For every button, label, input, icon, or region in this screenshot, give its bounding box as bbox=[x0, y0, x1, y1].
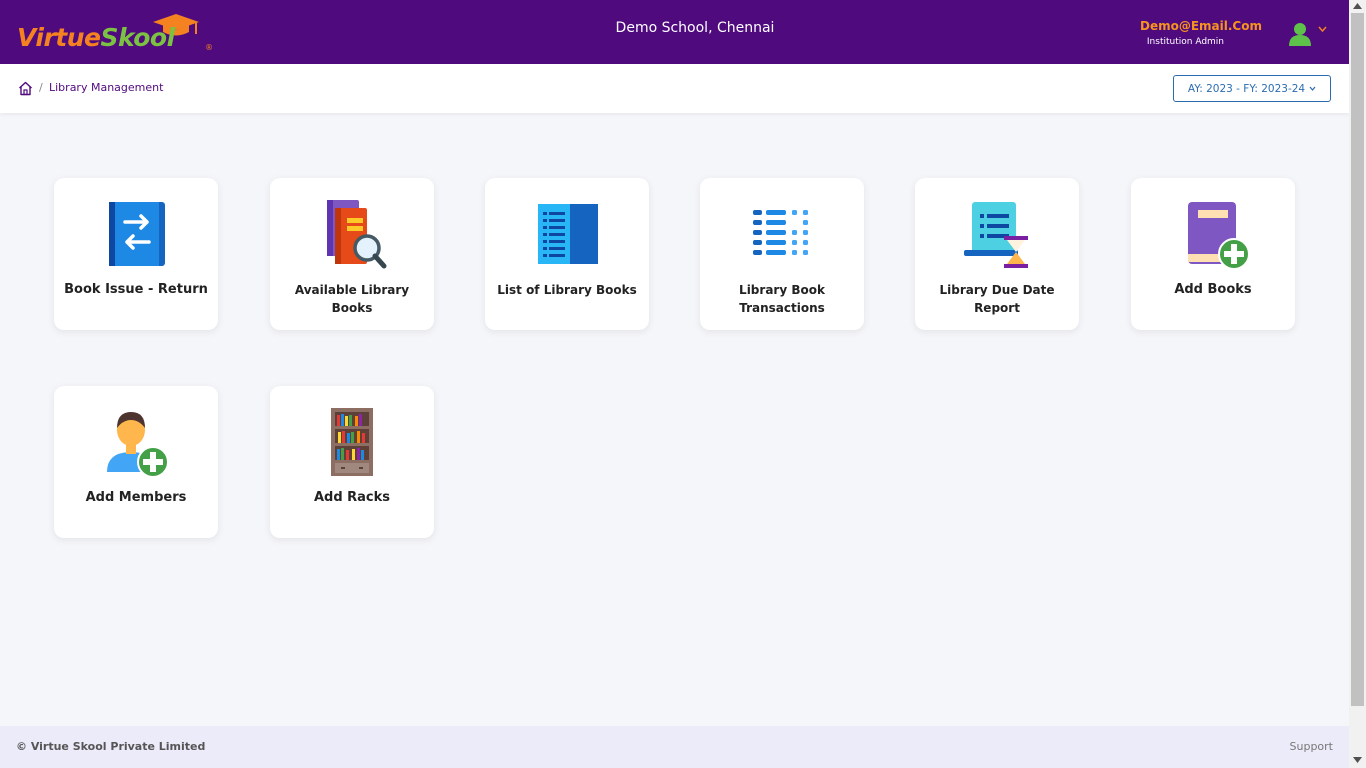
book-list-icon bbox=[538, 204, 598, 264]
scroll-down-arrow-icon[interactable] bbox=[1353, 757, 1362, 763]
tile-label: Book Issue - Return bbox=[64, 282, 208, 297]
home-icon[interactable] bbox=[18, 81, 33, 96]
due-date-report-icon bbox=[964, 202, 1028, 268]
books-search-icon bbox=[327, 200, 387, 269]
user-avatar-icon[interactable] bbox=[1289, 22, 1311, 46]
tile-label: Library Due Date Report bbox=[939, 283, 1055, 315]
tile-available-library-books[interactable]: Available Library Books bbox=[270, 178, 434, 330]
user-role: Institution Admin bbox=[1146, 37, 1224, 47]
breadcrumb-separator: / bbox=[39, 81, 43, 94]
academic-year-value: AY: 2023 - FY: 2023-24 bbox=[1187, 82, 1306, 95]
top-header: VirtueSkool ® Demo School, Chennai Demo@… bbox=[0, 0, 1349, 64]
add-member-icon bbox=[107, 412, 169, 478]
school-name: Demo School, Chennai bbox=[615, 20, 775, 36]
breadcrumb-bar: / Library Management AY: 2023 - FY: 2023… bbox=[0, 64, 1349, 113]
academic-year-select[interactable]: AY: 2023 - FY: 2023-24 bbox=[1173, 75, 1331, 102]
tile-label: List of Library Books bbox=[497, 283, 637, 297]
chevron-down-icon bbox=[1309, 86, 1316, 91]
tile-library-book-transactions[interactable]: Library Book Transactions bbox=[700, 178, 864, 330]
tile-add-members[interactable]: Add Members bbox=[54, 386, 218, 538]
page-footer: © Virtue Skool Private Limited Support bbox=[0, 726, 1349, 768]
tile-label: Available Library Books bbox=[294, 283, 410, 315]
add-book-icon bbox=[1188, 202, 1248, 270]
tile-book-issue-return[interactable]: Book Issue - Return bbox=[54, 178, 218, 330]
copyright-text: © Virtue Skool Private Limited bbox=[16, 740, 206, 753]
registered-mark: ® bbox=[205, 43, 213, 52]
virtueskool-logo[interactable]: VirtueSkool ® bbox=[17, 12, 217, 56]
support-link[interactable]: Support bbox=[1290, 740, 1333, 753]
book-exchange-icon bbox=[109, 202, 165, 266]
tile-label: Add Members bbox=[85, 490, 187, 505]
scroll-up-arrow-icon[interactable] bbox=[1353, 3, 1362, 9]
logo-text: VirtueSkool bbox=[17, 23, 175, 52]
chevron-down-icon[interactable] bbox=[1318, 26, 1327, 32]
tile-add-books[interactable]: Add Books bbox=[1131, 178, 1295, 330]
user-email[interactable]: Demo@Email.Com bbox=[1140, 19, 1262, 33]
tile-list-of-library-books[interactable]: List of Library Books bbox=[485, 178, 649, 330]
tile-library-due-date-report[interactable]: Library Due Date Report bbox=[915, 178, 1079, 330]
tile-add-racks[interactable]: Add Racks bbox=[270, 386, 434, 538]
tile-label: Add Books bbox=[1174, 282, 1252, 297]
transactions-list-icon bbox=[753, 210, 808, 255]
tile-label: Add Racks bbox=[313, 490, 391, 505]
bookshelf-icon bbox=[331, 408, 373, 476]
scrollbar-thumb[interactable] bbox=[1351, 13, 1364, 706]
tile-label: Library Book Transactions bbox=[739, 283, 825, 315]
breadcrumb-current: Library Management bbox=[49, 81, 164, 94]
